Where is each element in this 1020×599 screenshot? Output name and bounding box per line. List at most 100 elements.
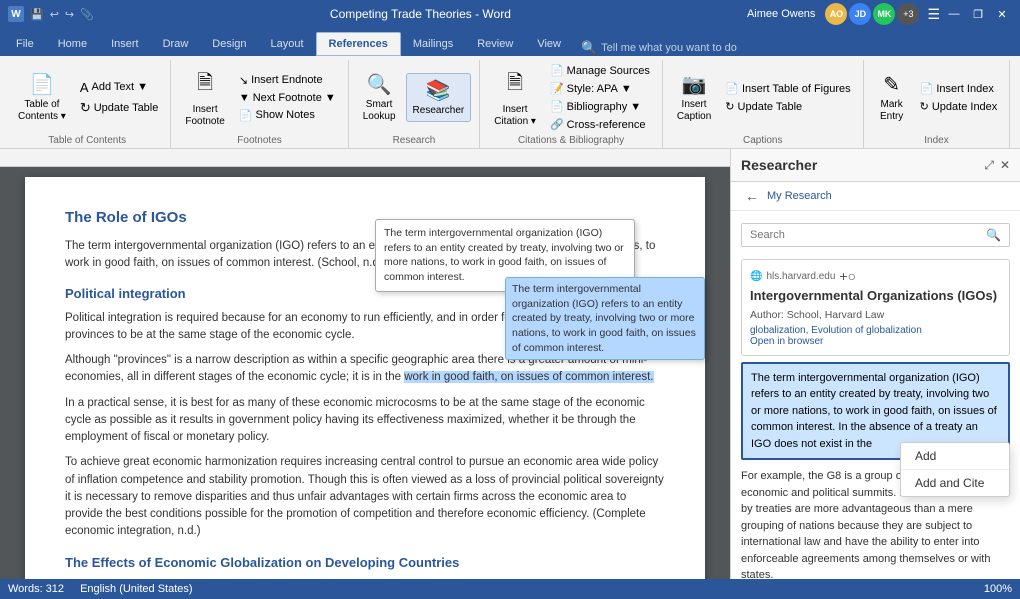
smart-lookup-label: SmartLookup — [363, 99, 396, 123]
insert-index-button[interactable]: 📄 Insert Index — [916, 80, 1002, 97]
manage-sources-icon: 📄 — [550, 64, 564, 77]
tab-mailings[interactable]: Mailings — [401, 32, 465, 56]
next-footnote-label: Next Footnote — [253, 92, 322, 104]
tab-review[interactable]: Review — [465, 32, 525, 56]
toc-group-title: Table of Contents — [48, 133, 126, 146]
smart-lookup-button[interactable]: 🔍 SmartLookup — [357, 68, 402, 127]
update-index-button[interactable]: ↻ Update Index — [916, 98, 1002, 115]
add-cite-popup: Add Add and Cite — [900, 442, 1010, 497]
insert-caption-icon: 📷 — [682, 72, 707, 97]
researcher-back-button[interactable]: ← — [741, 186, 763, 206]
cross-reference-label: Cross-reference — [567, 119, 646, 131]
restore-button[interactable]: ❐ — [968, 4, 988, 24]
toc-label: Table ofContents ▾ — [18, 99, 66, 123]
cross-reference-button[interactable]: 🔗 Cross-reference — [546, 116, 654, 133]
citations-group-content: 🗎 InsertCitation ▾ 📄 Manage Sources 📝 St… — [488, 62, 654, 133]
document-title: Competing Trade Theories - Word — [94, 7, 747, 21]
footnotes-col: ↘ Insert Endnote ▼ Next Footnote ▼ 📄 Sho… — [235, 72, 340, 124]
mark-entry-icon: ✎ — [883, 72, 900, 97]
bullet-icon-1: ● — [65, 578, 72, 579]
update-table-captions-icon: ↻ — [725, 100, 734, 113]
word-icon: W — [8, 6, 24, 22]
insert-footnote-label: InsertFootnote — [185, 104, 224, 128]
tab-insert[interactable]: Insert — [99, 32, 151, 56]
ribbon-search[interactable]: Tell me what you want to do — [601, 42, 737, 54]
style-button[interactable]: 📝 Style: APA ▼ — [546, 80, 654, 97]
researcher-search-input[interactable] — [750, 229, 982, 241]
tooltip-popup-2: The term intergovernmental organization … — [505, 277, 705, 360]
ribbon-group-toa: ✎ MarkCitation 📄 Insert Table of Authori… — [1010, 60, 1020, 148]
insert-citation-icon: 🗎 — [507, 68, 523, 102]
researcher-search[interactable]: 🔍 — [741, 223, 1010, 247]
captions-group-content: 📷 InsertCaption 📄 Insert Table of Figure… — [671, 62, 855, 133]
researcher-close-icon[interactable]: ✕ — [1000, 158, 1010, 173]
insert-endnote-label: Insert Endnote — [251, 74, 323, 86]
researcher-nav: ← My Research — [731, 182, 1020, 211]
captions-group-title: Captions — [743, 133, 782, 146]
ribbon-tabs: File Home Insert Draw Design Layout Refe… — [0, 28, 1020, 56]
add-text-arrow: ▼ — [137, 81, 148, 93]
citations-group-title: Citations & Bibliography — [518, 133, 624, 146]
show-notes-label: Show Notes — [256, 109, 315, 121]
researcher-icon: 📚 — [426, 78, 451, 103]
next-footnote-button[interactable]: ▼ Next Footnote ▼ — [235, 90, 340, 106]
index-group-content: ✎ MarkEntry 📄 Insert Index ↻ Update Inde… — [872, 62, 1002, 133]
add-and-cite-button[interactable]: Add and Cite — [901, 470, 1009, 496]
tab-draw[interactable]: Draw — [151, 32, 201, 56]
table-of-contents-button[interactable]: 📄 Table ofContents ▾ — [12, 68, 72, 127]
avatar-count: +3 — [897, 3, 919, 25]
insert-table-figures-button[interactable]: 📄 Insert Table of Figures — [721, 80, 854, 97]
captions-col: 📄 Insert Table of Figures ↻ Update Table — [721, 80, 854, 115]
ribbon-content: 📄 Table ofContents ▾ A Add Text ▼ ↻ Upda… — [0, 56, 1020, 148]
highlighted-text-1: work in good faith, on issues of common … — [404, 371, 653, 383]
researcher-panel: Researcher ⤢ ✕ ← My Research 🔍 🌐 hls.har… — [730, 149, 1020, 579]
update-table-toc-button[interactable]: ↻ Update Table — [76, 98, 163, 118]
add-button[interactable]: Add — [901, 443, 1009, 470]
minimize-button[interactable]: — — [944, 4, 964, 24]
tab-design[interactable]: Design — [200, 32, 258, 56]
doc-para-political-3: In a practical sense, it is best for as … — [65, 395, 665, 447]
doc-para-political-4: To achieve great economic harmonization … — [65, 454, 665, 540]
ribbon-group-research: 🔍 SmartLookup 📚 Researcher Research — [349, 60, 481, 148]
tooltip-text-1: The term intergovernmental organization … — [384, 227, 624, 283]
researcher-expand-icon[interactable]: ⤢ — [984, 158, 994, 173]
source-card: 🌐 hls.harvard.edu +○ Intergovernmental O… — [741, 259, 1010, 356]
close-button[interactable]: ✕ — [992, 4, 1012, 24]
insert-index-icon: 📄 — [920, 82, 934, 95]
title-bar-left: W 💾 ↩ ↪ 📎 — [8, 6, 94, 22]
tooltip-text-2: The term intergovernmental organization … — [512, 283, 696, 354]
tab-layout[interactable]: Layout — [259, 32, 316, 56]
researcher-search-icon[interactable]: 🔍 — [986, 228, 1001, 242]
status-right: 100% — [984, 583, 1012, 595]
tab-file[interactable]: File — [4, 32, 46, 56]
add-text-button[interactable]: A Add Text ▼ — [76, 78, 163, 97]
style-icon: 📝 — [550, 82, 564, 95]
researcher-button[interactable]: 📚 Researcher — [406, 73, 472, 122]
word-count: Words: 312 — [8, 583, 64, 595]
update-table-captions-button[interactable]: ↻ Update Table — [721, 98, 854, 115]
insert-footnote-button[interactable]: 🗎 InsertFootnote — [179, 64, 230, 132]
ribbon-group-index: ✎ MarkEntry 📄 Insert Index ↻ Update Inde… — [864, 60, 1011, 148]
source-url-text: hls.harvard.edu — [766, 271, 835, 282]
show-notes-icon: 📄 — [239, 109, 253, 122]
tab-view[interactable]: View — [525, 32, 573, 56]
mark-entry-button[interactable]: ✎ MarkEntry — [872, 68, 912, 127]
insert-citation-button[interactable]: 🗎 InsertCitation ▾ — [488, 64, 542, 132]
ribbon-group-citations: 🗎 InsertCitation ▾ 📄 Manage Sources 📝 St… — [480, 60, 663, 148]
tab-references[interactable]: References — [316, 32, 401, 56]
show-notes-button[interactable]: 📄 Show Notes — [235, 107, 340, 124]
insert-endnote-button[interactable]: ↘ Insert Endnote — [235, 72, 340, 89]
cross-reference-icon: 🔗 — [550, 118, 564, 131]
researcher-nav-label[interactable]: My Research — [767, 190, 832, 202]
tab-home[interactable]: Home — [46, 32, 99, 56]
source-expand-button[interactable]: +○ — [839, 268, 856, 284]
title-bar: W 💾 ↩ ↪ 📎 Competing Trade Theories - Wor… — [0, 0, 1020, 28]
researcher-header: Researcher ⤢ ✕ — [731, 149, 1020, 182]
insert-caption-button[interactable]: 📷 InsertCaption — [671, 68, 717, 127]
doc-heading-effects: The Effects of Economic Globalization on… — [65, 553, 665, 573]
open-in-browser-link[interactable]: Open in browser — [750, 336, 1001, 347]
bibliography-button[interactable]: 📄 Bibliography ▼ — [546, 98, 654, 115]
manage-sources-button[interactable]: 📄 Manage Sources — [546, 62, 654, 79]
manage-sources-label: Manage Sources — [567, 65, 650, 77]
mark-entry-label: MarkEntry — [880, 99, 903, 123]
